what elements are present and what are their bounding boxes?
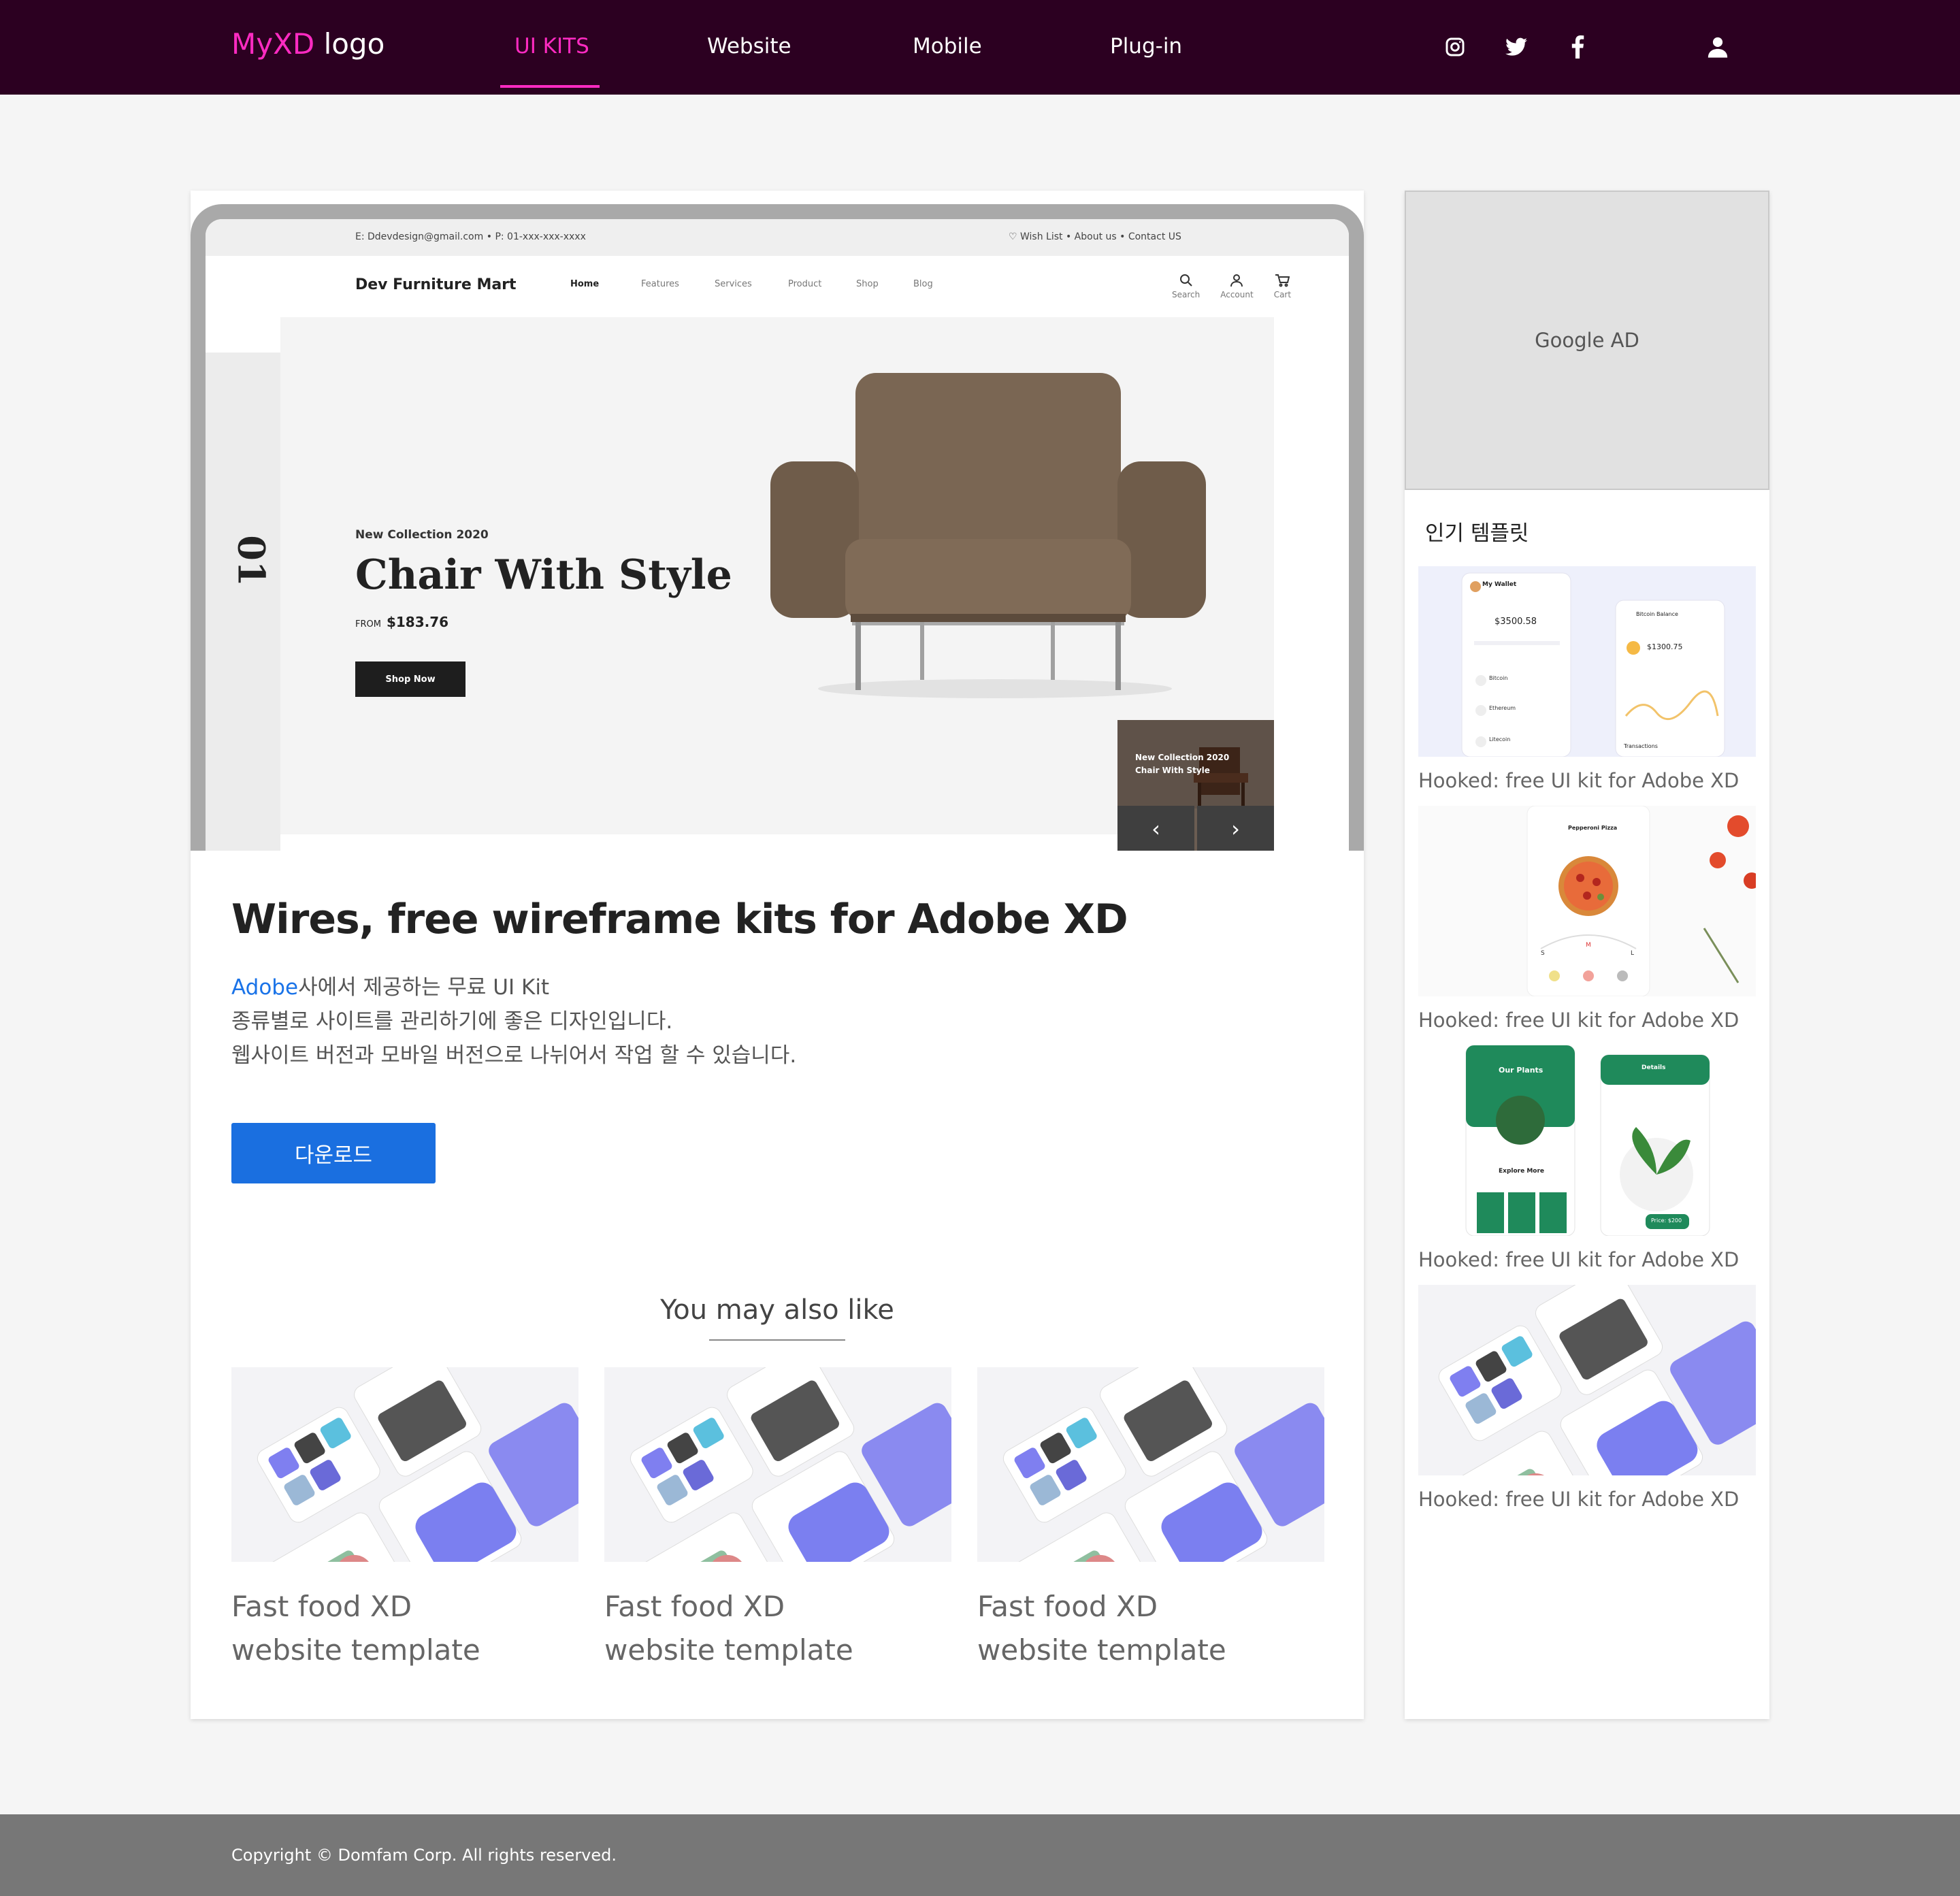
laptop-screen: E: Ddevdesign@gmail.com • P: 01-xxx-xxx-…: [206, 219, 1349, 851]
wallet-card2-value: $1300.75: [1647, 642, 1683, 651]
mockup-search: Search: [1172, 274, 1200, 299]
plants-explore: Explore More: [1499, 1168, 1545, 1175]
logo-suffix: logo: [314, 27, 385, 61]
related-item[interactable]: Fast food XD website template: [231, 1367, 578, 1672]
mockup-navbar: Dev Furniture Mart Home Features Service…: [206, 256, 1349, 317]
google-ad-placeholder[interactable]: Google AD: [1405, 191, 1769, 490]
mockup-phone: P: 01-xxx-xxx-xxxx: [495, 231, 586, 242]
popular-template-thumbnail[interactable]: Pepperoni Pizza S M L: [1418, 806, 1756, 996]
sidebar: Google AD 인기 템플릿 My Wallet $3500.58 Bitc…: [1405, 191, 1769, 1719]
pizza-title: Pepperoni Pizza: [1568, 825, 1618, 831]
wallet-row-3: Litecoin: [1489, 736, 1511, 742]
pizza-size-s: S: [1541, 950, 1545, 957]
mockup-email: E: Ddevdesign@gmail.com: [355, 231, 484, 242]
popular-template-item[interactable]: My Wallet $3500.58 Bitcoin Ethereum Lite…: [1418, 566, 1756, 792]
related-item-thumbnail[interactable]: [231, 1367, 578, 1562]
mockup-cart: Cart: [1274, 274, 1291, 299]
mockup-account: Account: [1220, 274, 1254, 299]
logo-brand: MyXD: [231, 27, 315, 61]
popular-template-item[interactable]: Pepperoni Pizza S M L Hooked: free UI ki…: [1418, 806, 1756, 1032]
description-line-1: 사에서 제공하는 무료 UI Kit: [298, 975, 550, 1000]
related-heading: You may also like: [660, 1294, 894, 1326]
popular-template-caption[interactable]: Hooked: free UI kit for Adobe XD: [1418, 1488, 1756, 1511]
mockup-link-blog: Blog: [913, 279, 933, 289]
page-title: Wires, free wireframe kits for Adobe XD: [231, 896, 1128, 943]
mockup-brand: Dev Furniture Mart: [355, 276, 517, 293]
pizza-size-m: M: [1586, 942, 1591, 949]
armchair-image: [770, 373, 1206, 698]
mockup-price: FROM $183.76: [355, 614, 449, 630]
mockup-link-services: Services: [715, 279, 752, 289]
popular-template-item[interactable]: Hooked: free UI kit for Adobe XD: [1418, 1285, 1756, 1511]
user-icon[interactable]: [1704, 33, 1731, 61]
facebook-icon[interactable]: [1564, 33, 1591, 61]
instagram-icon[interactable]: [1441, 33, 1469, 61]
nav-website[interactable]: Website: [707, 34, 791, 59]
mockup-link-home: Home: [570, 279, 600, 289]
related-item[interactable]: Fast food XD website template: [977, 1367, 1324, 1672]
mockup-shop-button: Shop Now: [355, 661, 466, 697]
mockup-slide-number: 01: [229, 535, 274, 587]
popular-templates-title: 인기 템플릿: [1425, 521, 1529, 546]
related-item-caption[interactable]: Fast food XD website template: [604, 1585, 951, 1672]
wallet-row-1: Bitcoin: [1489, 675, 1508, 681]
wallet-title: My Wallet: [1482, 581, 1517, 588]
popular-template-thumbnail[interactable]: My Wallet $3500.58 Bitcoin Ethereum Lite…: [1418, 566, 1756, 757]
wallet-card2-footer: Transactions: [1624, 743, 1658, 749]
footer: Copyright © Domfam Corp. All rights rese…: [0, 1814, 1960, 1896]
popular-template-caption[interactable]: Hooked: free UI kit for Adobe XD: [1418, 1248, 1756, 1271]
description: Adobe사에서 제공하는 무료 UI Kit 종류별로 사이트를 관리하기에 …: [231, 970, 796, 1073]
hero-preview-image: E: Ddevdesign@gmail.com • P: 01-xxx-xxx-…: [191, 191, 1364, 851]
popular-template-item[interactable]: Our Plants Explore More Details Price: $…: [1418, 1045, 1756, 1271]
adobe-link[interactable]: Adobe: [231, 975, 298, 1000]
site-logo[interactable]: MyXD logo: [231, 27, 385, 61]
popular-template-caption[interactable]: Hooked: free UI kit for Adobe XD: [1418, 769, 1756, 792]
popular-template-thumbnail[interactable]: Our Plants Explore More Details Price: $…: [1418, 1045, 1756, 1236]
wallet-row-2: Ethereum: [1489, 705, 1516, 711]
main-content-card: E: Ddevdesign@gmail.com • P: 01-xxx-xxx-…: [191, 191, 1364, 1719]
related-item-thumbnail[interactable]: [977, 1367, 1324, 1562]
copyright-text: Copyright © Domfam Corp. All rights rese…: [231, 1846, 617, 1865]
nav-mobile[interactable]: Mobile: [913, 34, 982, 59]
mockup-link-product: Product: [788, 279, 822, 289]
plants-title: Our Plants: [1499, 1066, 1544, 1075]
mockup-thumb-text: New Collection 2020 Chair With Style: [1135, 753, 1230, 776]
mockup-top-links: ♡ Wish List • About us • Contact US: [1009, 231, 1181, 242]
mockup-side-strip: [206, 353, 280, 851]
related-item-caption[interactable]: Fast food XD website template: [977, 1585, 1324, 1672]
description-line-3: 웹사이트 버전과 모바일 버전으로 나뉘어서 작업 할 수 있습니다.: [231, 1043, 797, 1068]
mockup-topbar: E: Ddevdesign@gmail.com • P: 01-xxx-xxx-…: [206, 219, 1349, 256]
popular-template-caption[interactable]: Hooked: free UI kit for Adobe XD: [1418, 1009, 1756, 1032]
wallet-card2-title: Bitcoin Balance: [1636, 611, 1678, 617]
mockup-icons: Search Account Cart: [1172, 274, 1291, 299]
nav-ui-kits[interactable]: UI KITS: [514, 34, 589, 59]
plants-details: Details: [1642, 1064, 1666, 1071]
plants-price: Price: $200: [1651, 1217, 1682, 1224]
download-button[interactable]: 다운로드: [231, 1123, 436, 1183]
top-navigation-bar: MyXD logo UI KITS Website Mobile Plug-in: [0, 0, 1960, 95]
mockup-slider-arrows: ‹ ›: [1117, 806, 1274, 851]
mockup-headline: Chair With Style: [355, 551, 732, 599]
mockup-next-arrow-icon: ›: [1197, 806, 1274, 851]
related-heading-underline: [709, 1339, 845, 1341]
description-line-2: 종류별로 사이트를 관리하기에 좋은 디자인입니다.: [231, 1009, 673, 1034]
nav-active-underline: [500, 85, 600, 88]
pizza-size-l: L: [1631, 950, 1635, 957]
related-item[interactable]: Fast food XD website template: [604, 1367, 951, 1672]
popular-template-thumbnail[interactable]: [1418, 1285, 1756, 1475]
mockup-next-slide-thumbnail: New Collection 2020 Chair With Style ‹ ›: [1117, 720, 1274, 851]
nav-plug-in[interactable]: Plug-in: [1110, 34, 1182, 59]
mockup-prev-arrow-icon: ‹: [1117, 806, 1194, 851]
mockup-link-features: Features: [641, 279, 679, 289]
wallet-balance: $3500.58: [1494, 617, 1537, 627]
twitter-icon[interactable]: [1503, 33, 1530, 61]
mockup-collection-label: New Collection 2020: [355, 528, 489, 542]
related-item-caption[interactable]: Fast food XD website template: [231, 1585, 578, 1672]
mockup-link-shop: Shop: [856, 279, 879, 289]
related-item-thumbnail[interactable]: [604, 1367, 951, 1562]
